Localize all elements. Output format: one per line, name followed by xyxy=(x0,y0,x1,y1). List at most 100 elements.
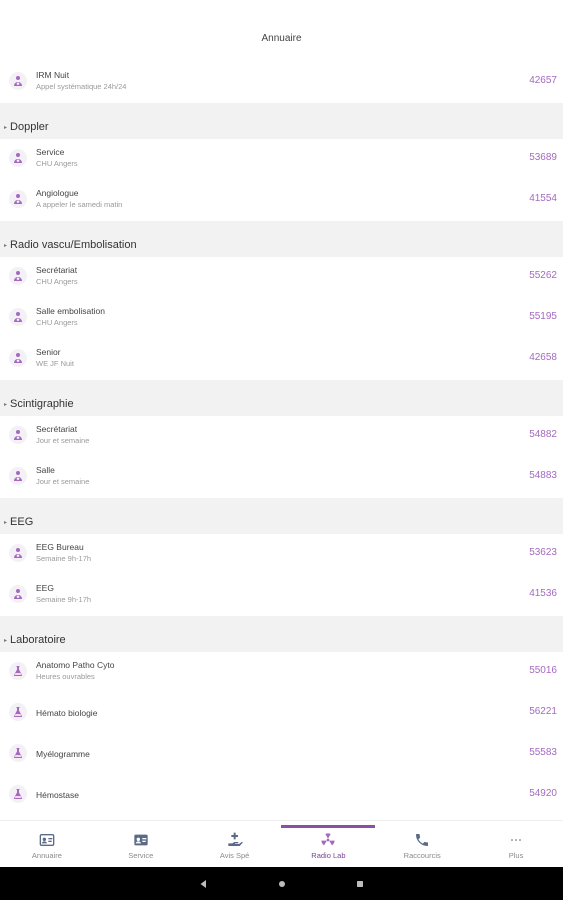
flask-icon xyxy=(9,785,27,803)
collapse-arrow-icon: ▸ xyxy=(4,401,8,408)
nav-tab[interactable]: Annuaire xyxy=(0,821,94,867)
nav-tab[interactable]: Avis Spé xyxy=(188,821,282,867)
nav-tab-label: Plus xyxy=(508,851,524,860)
id-card-icon xyxy=(133,832,149,848)
home-icon[interactable] xyxy=(276,878,288,890)
item-subtitle: Jour et semaine xyxy=(36,477,90,486)
section-divider xyxy=(0,221,563,233)
collapse-arrow-icon: ▸ xyxy=(4,519,8,526)
phone-number-link[interactable]: 55583 xyxy=(529,747,557,758)
doctor-icon xyxy=(9,267,27,285)
list-item[interactable]: Salle Jour et semaine 54883 xyxy=(0,457,563,498)
list-item[interactable]: Senior WE JF Nuit 42658 xyxy=(0,339,563,380)
phone-number-link[interactable]: 54883 xyxy=(529,470,557,481)
item-subtitle: Heures ouvrables xyxy=(36,672,95,681)
list-item[interactable]: Secrétariat CHU Angers 55262 xyxy=(0,257,563,298)
section-title: EEG xyxy=(10,516,34,528)
item-title: Angiologue xyxy=(36,188,79,198)
doctor-icon xyxy=(9,585,27,603)
section-divider xyxy=(0,616,563,628)
nav-tab-label: Service xyxy=(128,851,154,860)
flask-icon xyxy=(9,703,27,721)
collapse-arrow-icon: ▸ xyxy=(4,637,8,644)
directory-list[interactable]: IRM Nuit Appel systématique 24h/24 42657 ▸ D… xyxy=(0,62,563,820)
phone-number-link[interactable]: 41554 xyxy=(529,193,557,204)
flask-icon xyxy=(9,662,27,680)
phone-number-link[interactable]: 42657 xyxy=(529,75,557,86)
item-subtitle: Semaine 9h-17h xyxy=(36,554,92,563)
list-item[interactable]: Myélogramme 55583 xyxy=(0,734,563,775)
list-item[interactable]: Angiologue A appeler le samedi matin 41554 xyxy=(0,180,563,221)
item-title: Hémostase xyxy=(36,790,79,800)
section-title: Scintigraphie xyxy=(10,398,74,410)
section-divider xyxy=(0,380,563,392)
collapse-arrow-icon: ▸ xyxy=(4,242,8,249)
list-item[interactable]: IRM Nuit Appel systématique 24h/24 42657 xyxy=(0,62,563,103)
collapse-arrow-icon: ▸ xyxy=(4,124,8,131)
nav-tab-label: Raccourcis xyxy=(403,851,441,860)
recents-icon[interactable] xyxy=(354,878,366,890)
item-title: Senior xyxy=(36,347,61,357)
doctor-icon xyxy=(9,149,27,167)
back-icon[interactable] xyxy=(198,878,210,890)
item-subtitle: A appeler le samedi matin xyxy=(36,200,123,209)
list-item[interactable]: EEG Bureau Semaine 9h-17h 53623 xyxy=(0,534,563,575)
section-divider xyxy=(0,103,563,115)
phone-number-link[interactable]: 54920 xyxy=(529,788,557,799)
item-title: Salle xyxy=(36,465,55,475)
item-title: Anatomo Patho Cyto xyxy=(36,660,115,670)
phone-number-link[interactable]: 53623 xyxy=(529,547,557,558)
section-header[interactable]: ▸ Doppler xyxy=(0,115,563,139)
doctor-icon xyxy=(9,190,27,208)
section-header[interactable]: ▸ Laboratoire xyxy=(0,628,563,652)
phone-number-link[interactable]: 55016 xyxy=(529,665,557,676)
list-item[interactable]: Hémostase 54920 xyxy=(0,775,563,816)
list-item[interactable]: Service CHU Angers 53689 xyxy=(0,139,563,180)
nav-tab[interactable]: Raccourcis xyxy=(375,821,469,867)
item-subtitle: CHU Angers xyxy=(36,318,78,327)
doctor-icon xyxy=(9,72,27,90)
phone-number-link[interactable]: 56221 xyxy=(529,706,557,717)
list-item[interactable]: Anatomo Patho Cyto Heures ouvrables 55016 xyxy=(0,652,563,693)
list-item[interactable]: Secrétariat Jour et semaine 54882 xyxy=(0,416,563,457)
nav-tab[interactable]: Plus xyxy=(469,821,563,867)
system-navigation-bar xyxy=(0,867,563,900)
item-title: EEG xyxy=(36,583,54,593)
item-title: IRM Nuit xyxy=(36,70,70,80)
phone-icon xyxy=(414,832,430,848)
phone-number-link[interactable]: 55262 xyxy=(529,270,557,281)
nav-tab-label: Avis Spé xyxy=(219,851,250,860)
nav-tab[interactable]: Radio Lab xyxy=(281,821,376,867)
nav-tab[interactable]: Service xyxy=(94,821,188,867)
phone-number-link[interactable]: 42658 xyxy=(529,352,557,363)
item-subtitle: Appel systématique 24h/24 xyxy=(36,82,127,91)
section-title: Doppler xyxy=(10,121,49,133)
phone-number-link[interactable]: 53689 xyxy=(529,152,557,163)
phone-number-link[interactable]: 55195 xyxy=(529,311,557,322)
section-title: Radio vascu/Embolisation xyxy=(10,239,137,251)
phone-number-link[interactable]: 41536 xyxy=(529,588,557,599)
section-title: Laboratoire xyxy=(10,634,66,646)
radiation-icon xyxy=(320,832,336,848)
hand-plus-icon xyxy=(227,832,243,848)
section-header[interactable]: ▸ EEG xyxy=(0,510,563,534)
active-tab-indicator xyxy=(281,825,376,828)
item-title: Myélogramme xyxy=(36,749,90,759)
section-header[interactable]: ▸ Radio vascu/Embolisation xyxy=(0,233,563,257)
doctor-icon xyxy=(9,308,27,326)
section-divider xyxy=(0,498,563,510)
item-title: Secrétariat xyxy=(36,424,78,434)
more-icon xyxy=(508,832,524,848)
list-item[interactable]: Hémato biologie 56221 xyxy=(0,693,563,734)
list-item[interactable]: Salle embolisation CHU Angers 55195 xyxy=(0,298,563,339)
item-title: Secrétariat xyxy=(36,265,78,275)
item-subtitle: Semaine 9h-17h xyxy=(36,595,92,604)
list-item[interactable]: EEG Semaine 9h-17h 41536 xyxy=(0,575,563,616)
item-subtitle: WE JF Nuit xyxy=(36,359,74,368)
item-subtitle: CHU Angers xyxy=(36,277,78,286)
doctor-icon xyxy=(9,467,27,485)
item-title: EEG Bureau xyxy=(36,542,84,552)
phone-number-link[interactable]: 54882 xyxy=(529,429,557,440)
bottom-navigation: Annuaire Service Avis Spé Radio Lab Raccourc… xyxy=(0,820,563,867)
section-header[interactable]: ▸ Scintigraphie xyxy=(0,392,563,416)
